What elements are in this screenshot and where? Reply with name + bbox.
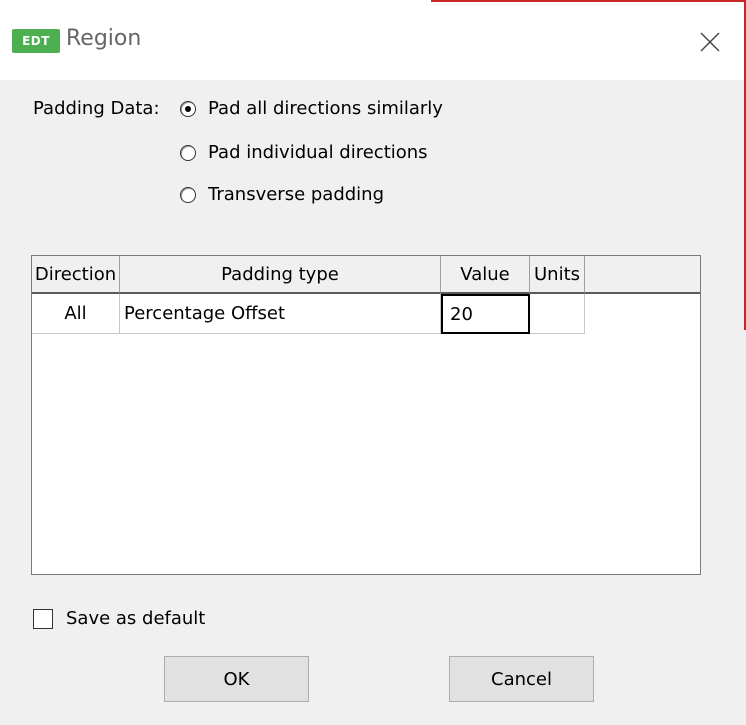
cell-direction[interactable]: All: [32, 294, 120, 334]
padding-data-label: Padding Data:: [33, 98, 160, 119]
column-header-units[interactable]: Units: [530, 256, 585, 294]
column-header-value[interactable]: Value: [441, 256, 530, 294]
radio-button[interactable]: [180, 186, 196, 203]
padding-table[interactable]: Direction Padding type Value Units All P…: [31, 255, 701, 575]
radio-button[interactable]: [180, 144, 196, 161]
radio-pad-individual[interactable]: Pad individual directions: [180, 142, 428, 163]
radio-label: Transverse padding: [208, 184, 385, 205]
title-bar: EDT Region: [0, 0, 746, 80]
cell-padding-type[interactable]: Percentage Offset: [120, 294, 441, 334]
cell-units[interactable]: [530, 294, 585, 334]
app-icon: EDT: [12, 29, 60, 53]
close-icon: [700, 32, 720, 52]
radio-label: Pad individual directions: [208, 142, 428, 163]
column-header-filler: [585, 256, 700, 294]
ok-button[interactable]: OK: [164, 656, 309, 702]
save-default-label: Save as default: [66, 608, 206, 629]
radio-transverse[interactable]: Transverse padding: [180, 184, 384, 205]
radio-pad-all[interactable]: Pad all directions similarly: [180, 98, 443, 119]
cell-value-input[interactable]: 20: [441, 294, 530, 334]
radio-button-checked[interactable]: [180, 100, 196, 117]
radio-label: Pad all directions similarly: [208, 98, 443, 119]
column-header-padding-type[interactable]: Padding type: [120, 256, 441, 294]
column-header-direction[interactable]: Direction: [32, 256, 120, 294]
window-title: Region: [66, 26, 142, 51]
background-window-edge: [431, 0, 746, 2]
cancel-button[interactable]: Cancel: [449, 656, 594, 702]
close-button[interactable]: [688, 22, 732, 62]
save-default-checkbox[interactable]: [33, 609, 53, 629]
